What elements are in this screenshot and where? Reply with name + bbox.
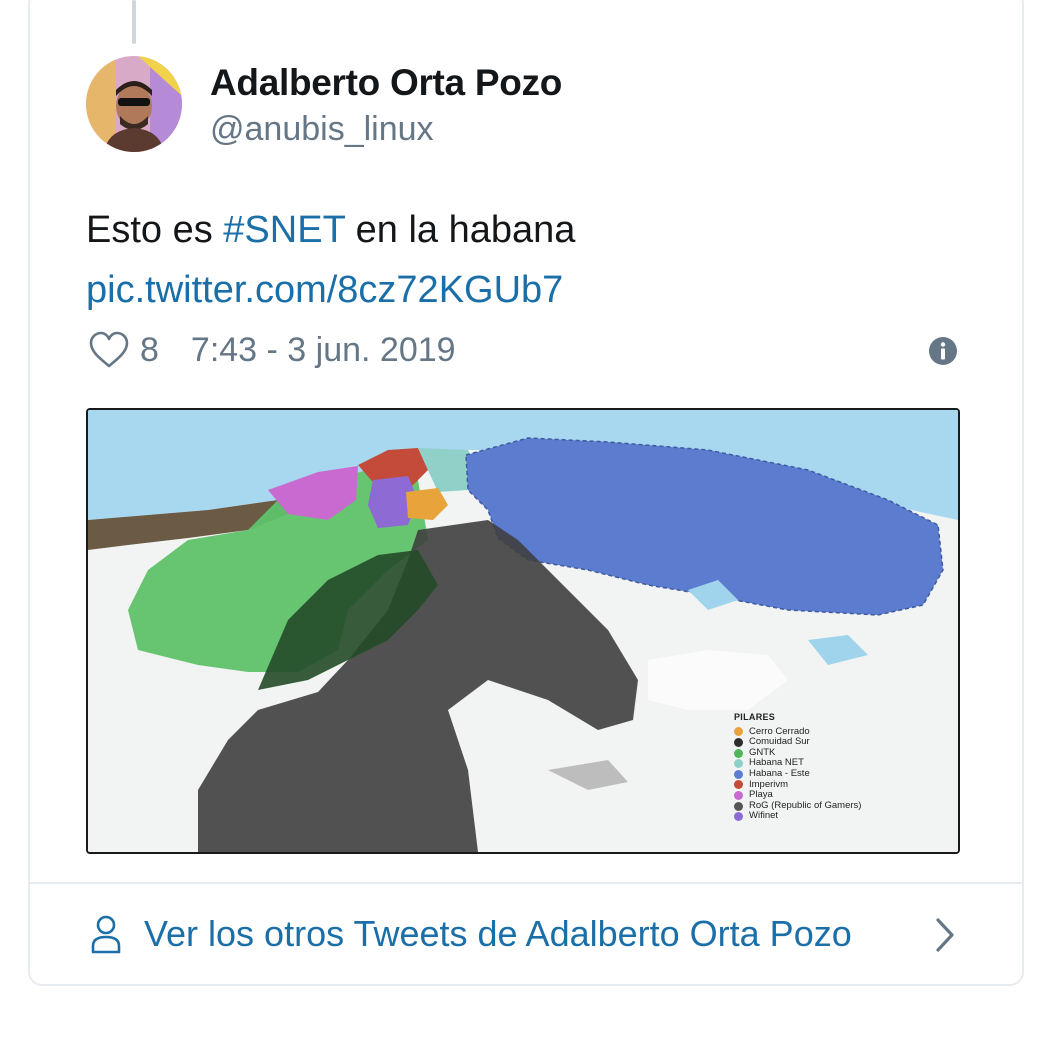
legend-label: Habana - Este [749, 767, 810, 779]
legend-item: Wifinet [734, 811, 861, 822]
legend-label: Wifinet [749, 810, 779, 822]
chevron-right-icon[interactable] [930, 914, 960, 956]
legend-swatch [734, 801, 743, 811]
thread-connector-line [132, 0, 136, 44]
author-handle[interactable]: @anubis_linux [210, 110, 434, 149]
tweet-timestamp[interactable]: 7:43 - 3 jun. 2019 [191, 331, 456, 370]
legend-swatch [734, 748, 743, 758]
legend-swatch [734, 812, 743, 822]
like-count: 8 [140, 330, 159, 369]
legend-swatch [734, 759, 743, 769]
tweet-text-prefix: Esto es [86, 209, 224, 251]
tweet-text-suffix: en la habana [345, 209, 576, 251]
footer-divider [30, 882, 1022, 884]
more-tweets-label: Ver los otros Tweets de Adalberto Orta P… [144, 913, 852, 954]
person-icon [91, 915, 121, 954]
tweet-text: Esto es #SNET en la habana pic.twitter.c… [86, 200, 986, 320]
hashtag-link[interactable]: #SNET [223, 209, 345, 251]
legend-swatch [734, 790, 743, 800]
author-name[interactable]: Adalberto Orta Pozo [210, 62, 562, 104]
info-icon[interactable] [928, 336, 958, 366]
more-tweets-link[interactable]: Ver los otros Tweets de Adalberto Orta P… [90, 904, 852, 964]
legend-item: Habana - Este [734, 767, 861, 780]
heart-icon[interactable] [88, 331, 130, 369]
tweet-meta: 8 7:43 - 3 jun. 2019 [88, 328, 456, 372]
map-legend: PILARES Cerro Cerrado Comuidad Sur GNTK Hab… [734, 712, 861, 822]
avatar[interactable] [86, 56, 182, 152]
legend-swatch [734, 737, 743, 747]
legend-swatch [734, 769, 743, 779]
legend-swatch [734, 727, 743, 737]
legend-swatch [734, 780, 743, 790]
legend-title: PILARES [734, 712, 776, 722]
pic-link[interactable]: pic.twitter.com/8cz72KGUb7 [86, 260, 986, 320]
